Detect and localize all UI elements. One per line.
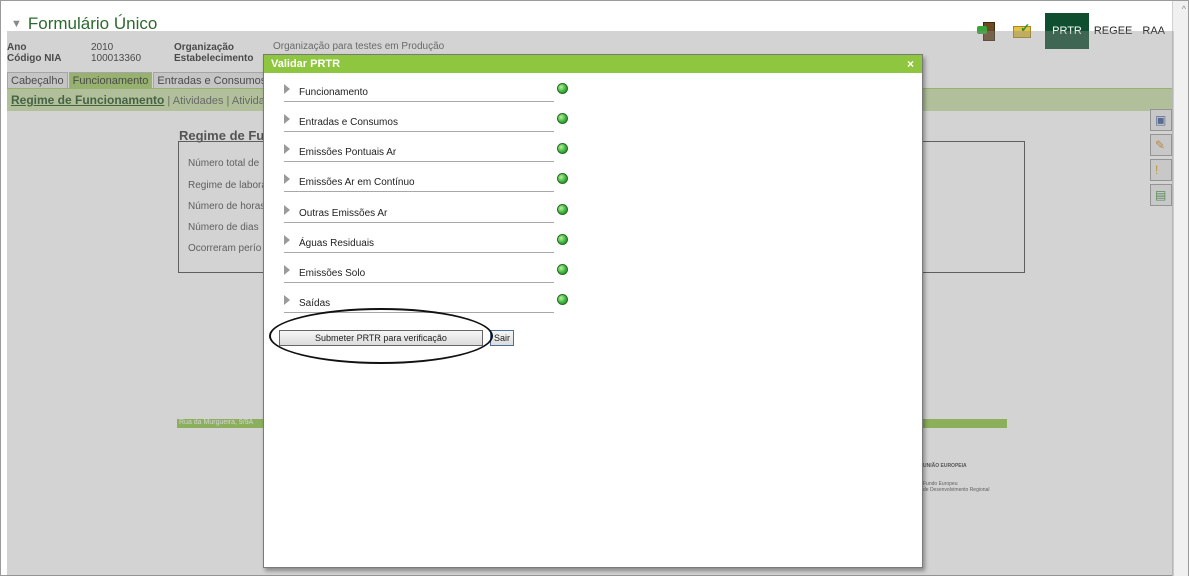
validation-item-outras-emissoes[interactable]: Outras Emissões Ar bbox=[284, 205, 554, 223]
validation-item-label: Entradas e Consumos bbox=[299, 117, 398, 128]
status-ok-icon bbox=[557, 294, 568, 305]
status-ok-icon bbox=[557, 143, 568, 154]
expand-arrow-icon[interactable] bbox=[284, 144, 290, 154]
status-ok-icon bbox=[557, 234, 568, 245]
validation-item-label: Emissões Pontuais Ar bbox=[299, 147, 397, 158]
expand-arrow-icon[interactable] bbox=[284, 235, 290, 245]
close-icon[interactable]: × bbox=[907, 57, 914, 71]
validation-item-label: Saídas bbox=[299, 298, 331, 309]
validation-item-label: Outras Emissões Ar bbox=[299, 208, 388, 219]
validation-item-aguas-residuais[interactable]: Águas Residuais bbox=[284, 235, 554, 253]
validation-item-label: Funcionamento bbox=[299, 87, 368, 98]
scroll-up-icon[interactable]: ^ bbox=[1182, 4, 1186, 14]
expand-arrow-icon[interactable] bbox=[284, 84, 290, 94]
validation-item-label: Emissões Ar em Contínuo bbox=[299, 177, 415, 188]
validation-item-emissoes-continuo[interactable]: Emissões Ar em Contínuo bbox=[284, 174, 554, 192]
expand-arrow-icon[interactable] bbox=[284, 114, 290, 124]
status-ok-icon bbox=[557, 113, 568, 124]
status-ok-icon bbox=[557, 204, 568, 215]
vertical-scrollbar[interactable]: ^ bbox=[1172, 1, 1188, 576]
validation-item-saidas[interactable]: Saídas bbox=[284, 295, 554, 313]
expand-arrow-icon[interactable] bbox=[284, 205, 290, 215]
submit-prtr-button[interactable]: Submeter PRTR para verificação bbox=[279, 330, 483, 346]
expand-arrow-icon[interactable] bbox=[284, 295, 290, 305]
collapse-icon[interactable]: ▼ bbox=[11, 18, 22, 30]
validation-item-funcionamento[interactable]: Funcionamento bbox=[284, 84, 554, 102]
validation-item-emissoes-solo[interactable]: Emissões Solo bbox=[284, 265, 554, 283]
status-ok-icon bbox=[557, 83, 568, 94]
page: ▼ Formulário Único Ano Código NIA 2010 1… bbox=[0, 0, 1189, 576]
dialog-title: Validar PRTR bbox=[271, 58, 341, 70]
expand-arrow-icon[interactable] bbox=[284, 265, 290, 275]
status-ok-icon bbox=[557, 173, 568, 184]
validation-item-emissoes-pontuais[interactable]: Emissões Pontuais Ar bbox=[284, 144, 554, 162]
validation-item-label: Emissões Solo bbox=[299, 268, 366, 279]
validation-item-entradas[interactable]: Entradas e Consumos bbox=[284, 114, 554, 132]
dialog-header: Validar PRTR × bbox=[264, 55, 922, 73]
status-ok-icon bbox=[557, 264, 568, 275]
validation-item-label: Águas Residuais bbox=[299, 238, 375, 249]
expand-arrow-icon[interactable] bbox=[284, 174, 290, 184]
exit-button[interactable]: Sair bbox=[490, 330, 514, 346]
